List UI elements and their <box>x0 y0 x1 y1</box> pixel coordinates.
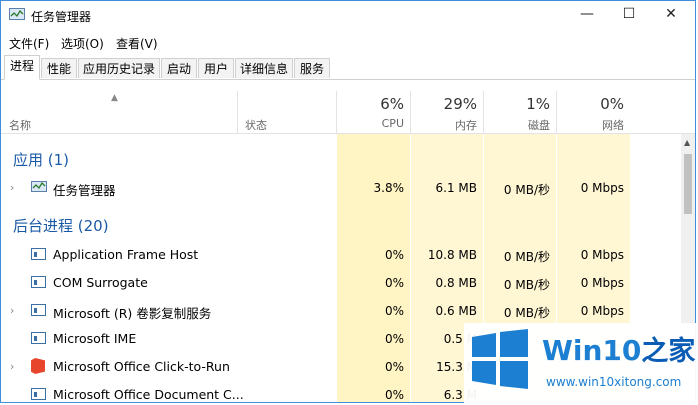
watermark-brand: Win10之家 <box>542 334 696 367</box>
window-title: 任务管理器 <box>31 10 92 24</box>
cpu-value: 3.8% <box>373 181 405 195</box>
process-name: Microsoft Office Document C... <box>53 387 244 402</box>
chevron-right-icon[interactable]: › <box>10 181 14 194</box>
cpu-value: 0% <box>384 360 404 374</box>
network-total: 0% <box>600 95 624 113</box>
header-name[interactable]: 名称 <box>9 117 31 133</box>
process-name: Microsoft IME <box>53 331 137 346</box>
process-name: 任务管理器 <box>53 183 116 198</box>
menu-view[interactable]: 查看(V) <box>116 35 158 52</box>
chevron-right-icon[interactable]: › <box>10 360 14 373</box>
disk-value: 0 MB/秒 <box>503 250 550 264</box>
group-label: 应用 (1) <box>13 151 70 169</box>
process-name: Microsoft (R) 卷影复制服务 <box>53 306 212 321</box>
cpu-label: CPU <box>381 117 404 130</box>
network-value: 0 Mbps <box>580 304 624 318</box>
group-header-apps[interactable]: 应用 (1) <box>1 144 681 172</box>
network-value: 0 Mbps <box>580 248 624 262</box>
process-icon <box>31 332 46 344</box>
task-manager-icon <box>31 181 47 192</box>
table-row[interactable]: › Microsoft (R) 卷影复制服务 0% 0.6 MB 0 MB/秒 … <box>1 297 681 325</box>
group-header-background[interactable]: 后台进程 (20) <box>1 210 681 238</box>
process-icon <box>31 388 46 400</box>
disk-value: 0 MB/秒 <box>503 278 550 292</box>
header-status[interactable]: 状态 <box>245 117 267 133</box>
disk-label: 磁盘 <box>528 119 550 132</box>
network-value: 0 Mbps <box>580 276 624 290</box>
chevron-right-icon[interactable]: › <box>10 304 14 317</box>
watermark-logo: Win10之家 www.win10xitong.com <box>464 323 698 405</box>
network-label: 网络 <box>602 119 624 132</box>
header-cpu[interactable]: 6% CPU <box>337 95 404 130</box>
scroll-thumb[interactable] <box>684 154 692 214</box>
cpu-value: 0% <box>384 304 404 318</box>
cpu-total: 6% <box>380 95 404 113</box>
title-bar: 任务管理器 — ☐ ✕ <box>1 1 695 31</box>
cpu-value: 0% <box>384 276 404 290</box>
tab-users[interactable]: 用户 <box>198 58 234 78</box>
process-icon <box>31 276 46 288</box>
tab-processes[interactable]: 进程 <box>4 55 40 80</box>
menu-file[interactable]: 文件(F) <box>9 35 49 52</box>
watermark-url: www.win10xitong.com <box>546 375 682 389</box>
cpu-value: 0% <box>384 388 404 402</box>
windows-logo-icon <box>472 329 528 389</box>
column-header: ▲ 名称 状态 6% CPU 29% 内存 1% 磁盘 0% 网络 <box>1 81 695 134</box>
table-row[interactable]: Application Frame Host 0% 10.8 MB 0 MB/秒… <box>1 241 681 269</box>
header-memory[interactable]: 29% 内存 <box>411 95 477 133</box>
header-disk[interactable]: 1% 磁盘 <box>484 95 550 133</box>
process-name: COM Surrogate <box>53 275 148 290</box>
header-network[interactable]: 0% 网络 <box>557 95 624 133</box>
office-icon <box>31 358 45 374</box>
disk-value: 0 MB/秒 <box>503 183 550 197</box>
memory-value: 6.1 MB <box>435 181 477 195</box>
table-row[interactable]: COM Surrogate 0% 0.8 MB 0 MB/秒 0 Mbps <box>1 269 681 297</box>
cpu-value: 0% <box>384 248 404 262</box>
tab-performance[interactable]: 性能 <box>41 58 77 78</box>
disk-value: 0 MB/秒 <box>503 306 550 320</box>
disk-total: 1% <box>526 95 550 113</box>
tab-bar: 进程 性能 应用历史记录 启动 用户 详细信息 服务 <box>1 55 695 80</box>
process-name: Microsoft Office Click-to-Run <box>53 359 230 374</box>
network-value: 0 Mbps <box>580 181 624 195</box>
minimize-button[interactable]: — <box>567 3 607 27</box>
tab-app-history[interactable]: 应用历史记录 <box>78 58 160 78</box>
tab-startup[interactable]: 启动 <box>161 58 197 78</box>
memory-value: 10.8 MB <box>427 248 477 262</box>
process-icon <box>31 304 46 316</box>
scroll-up-icon[interactable]: ▲ <box>684 138 690 147</box>
memory-value: 0.8 MB <box>435 276 477 290</box>
group-label: 后台进程 (20) <box>13 217 109 235</box>
cpu-value: 0% <box>384 332 404 346</box>
sort-up-icon[interactable]: ▲ <box>111 93 118 103</box>
memory-value: 0.6 MB <box>435 304 477 318</box>
process-name: Application Frame Host <box>53 247 199 262</box>
header-divider <box>237 91 238 133</box>
process-icon <box>31 248 46 260</box>
menu-options[interactable]: 选项(O) <box>61 35 104 52</box>
maximize-button[interactable]: ☐ <box>609 3 649 27</box>
tab-details[interactable]: 详细信息 <box>235 58 293 78</box>
memory-label: 内存 <box>455 119 477 132</box>
tab-services[interactable]: 服务 <box>294 58 330 78</box>
task-manager-icon <box>9 8 25 20</box>
table-row[interactable]: › 任务管理器 3.8% 6.1 MB 0 MB/秒 0 Mbps <box>1 174 681 202</box>
menu-bar: 文件(F) 选项(O) 查看(V) <box>1 31 695 53</box>
close-button[interactable]: ✕ <box>651 3 691 27</box>
memory-total: 29% <box>443 95 477 113</box>
